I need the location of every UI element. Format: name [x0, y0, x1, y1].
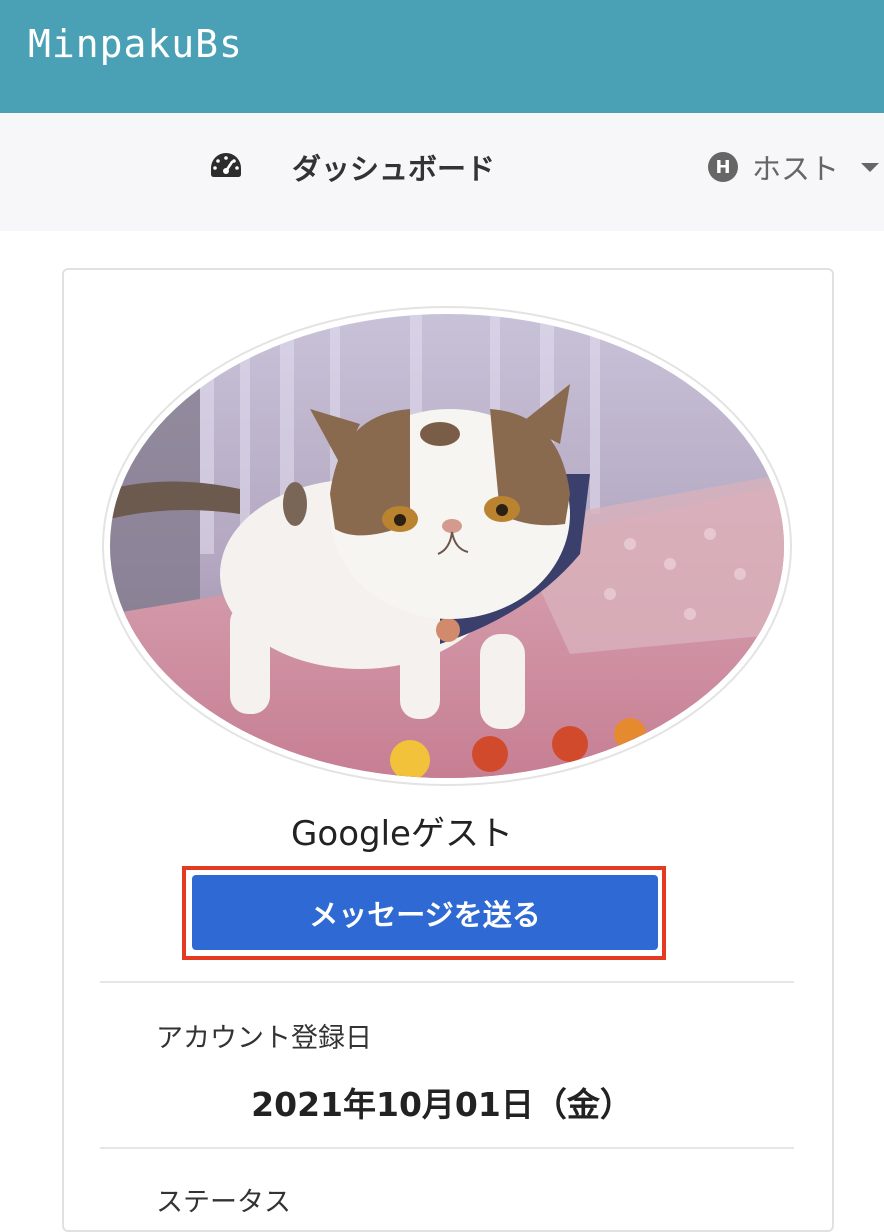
- app-header: MinpakuBs: [0, 0, 884, 113]
- send-message-button[interactable]: メッセージを送る: [192, 875, 658, 950]
- host-dropdown[interactable]: H ホスト: [708, 146, 880, 188]
- nav-dashboard-label: ダッシュボード: [292, 152, 496, 186]
- speedometer-icon: [208, 150, 244, 184]
- nav-item-dashboard[interactable]: ダッシュボード: [208, 146, 495, 188]
- account-registered-label: アカウント登録日: [156, 1023, 372, 1054]
- caret-down-icon: [861, 162, 880, 172]
- avatar: [110, 314, 784, 778]
- user-name: Googleゲスト: [291, 814, 513, 854]
- host-dropdown-label: ホスト: [752, 152, 840, 186]
- divider: [100, 1147, 794, 1149]
- letter-h-circle-icon: H: [708, 152, 738, 182]
- account-registered-value: 2021年10月01日（金）: [251, 1085, 633, 1124]
- divider: [100, 981, 794, 983]
- brand-logo[interactable]: MinpakuBs: [28, 22, 243, 66]
